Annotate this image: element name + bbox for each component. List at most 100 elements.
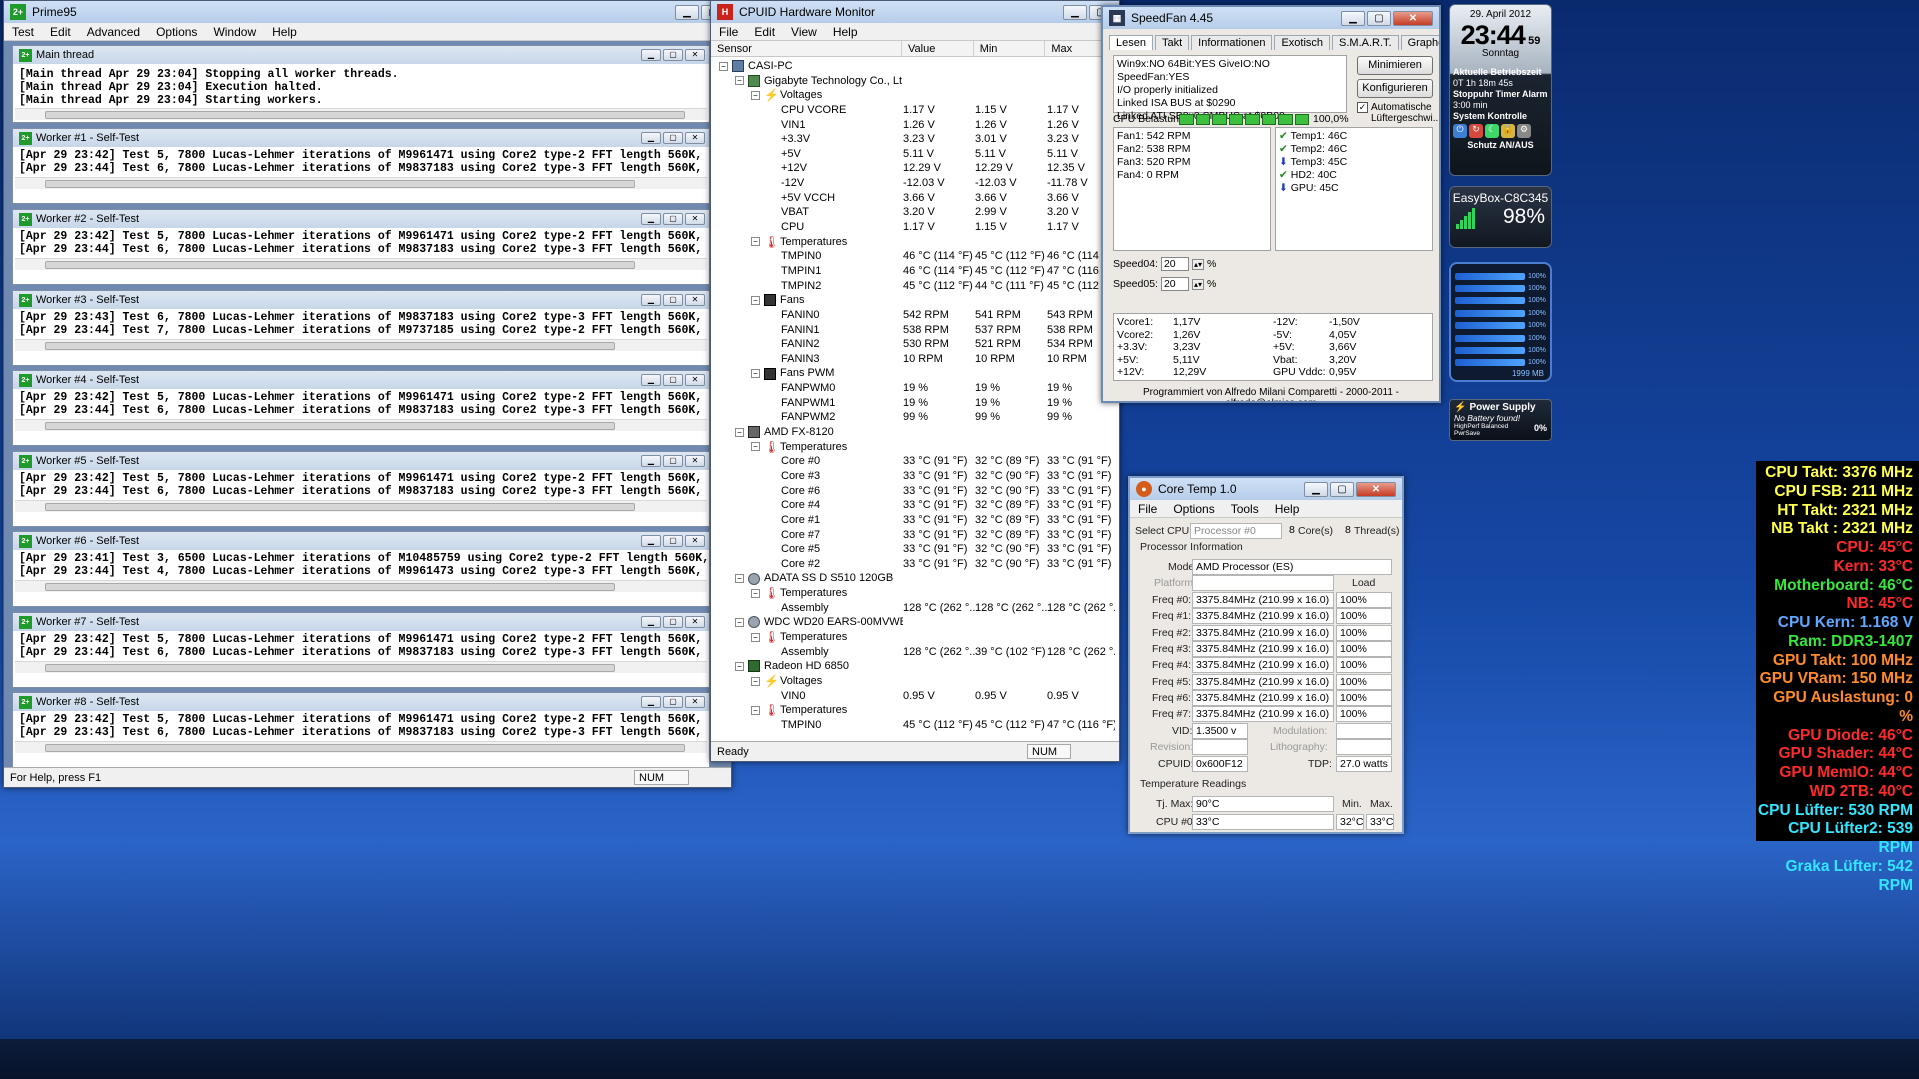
worker-titlebar[interactable]: 2+ Worker #8 - Self-Test ▁ ▢ ✕	[13, 693, 709, 711]
sensor-row[interactable]: TMPIN1 46 °C (114 °F) 45 °C (112 °F) 47 …	[711, 264, 1119, 279]
sensor-row[interactable]: VIN0 0.95 V 0.95 V 0.95 V	[711, 689, 1119, 704]
sensor-row[interactable]: +3.3V 3.23 V 3.01 V 3.23 V	[711, 132, 1119, 147]
close-button[interactable]: ✕	[685, 294, 705, 306]
power-gadget[interactable]: ⚡ Power Supply No Battery found! HighPer…	[1449, 399, 1552, 441]
spinner-icon[interactable]: ▴▾	[1191, 278, 1204, 290]
collapse-toggle-icon[interactable]: −	[751, 295, 760, 305]
tab-takt[interactable]: Takt	[1154, 35, 1190, 50]
close-button[interactable]: ✕	[685, 132, 705, 144]
sensor-row[interactable]: − 🌡Temperatures	[711, 235, 1119, 250]
minimize-button[interactable]: ▁	[675, 4, 699, 20]
worker-titlebar[interactable]: 2+ Worker #1 - Self-Test ▁ ▢ ✕	[13, 129, 709, 147]
hwmonitor-titlebar[interactable]: H CPUID Hardware Monitor ▁ ▢	[711, 1, 1119, 23]
worker-titlebar[interactable]: 2+ Main thread ▁ ▢ ✕	[13, 46, 709, 64]
close-button[interactable]: ✕	[685, 455, 705, 467]
sensor-row[interactable]: FANPWM1 19 % 19 % 19 %	[711, 396, 1119, 411]
horizontal-scrollbar[interactable]	[15, 500, 707, 512]
minimize-button[interactable]: ▁	[641, 616, 661, 628]
horizontal-scrollbar[interactable]	[15, 661, 707, 673]
prime95-worker-window[interactable]: 2+ Worker #4 - Self-Test ▁ ▢ ✕ [Apr 29 2…	[12, 370, 710, 446]
close-button[interactable]: ✕	[685, 374, 705, 386]
horizontal-scrollbar[interactable]	[15, 258, 707, 270]
menu-edit[interactable]: Edit	[746, 25, 783, 39]
collapse-toggle-icon[interactable]: −	[735, 76, 744, 86]
sensor-row[interactable]: − Radeon HD 6850	[711, 659, 1119, 674]
collapse-toggle-icon[interactable]: −	[751, 705, 760, 715]
sensor-row[interactable]: TMPIN0 45 °C (112 °F) 45 °C (112 °F) 47 …	[711, 718, 1119, 733]
sensor-row[interactable]: FANPWM0 19 % 19 % 19 %	[711, 381, 1119, 396]
sensor-row[interactable]: VIN1 1.26 V 1.26 V 1.26 V	[711, 118, 1119, 133]
collapse-toggle-icon[interactable]: −	[751, 90, 760, 100]
settings-icon[interactable]: ⚙	[1517, 124, 1531, 138]
collapse-toggle-icon[interactable]: −	[719, 61, 728, 71]
collapse-toggle-icon[interactable]: −	[751, 369, 760, 379]
spinner-icon[interactable]: ▴▾	[1191, 258, 1204, 270]
sensor-row[interactable]: − Fans	[711, 293, 1119, 308]
worker-log[interactable]: [Apr 29 23:42] Test 5, 7800 Lucas-Lehmer…	[13, 228, 709, 258]
prime95-worker-window[interactable]: 2+ Main thread ▁ ▢ ✕ [Main thread Apr 29…	[12, 45, 710, 123]
menu-window[interactable]: Window	[205, 25, 264, 39]
scrollbar-thumb[interactable]	[45, 261, 635, 269]
sleep-icon[interactable]: ☾	[1485, 124, 1499, 138]
close-button[interactable]: ✕	[1393, 10, 1433, 26]
close-button[interactable]: ✕	[685, 49, 705, 61]
speed04-input[interactable]: 20	[1160, 257, 1189, 271]
scrollbar-thumb[interactable]	[45, 503, 635, 511]
sensor-row[interactable]: VBAT 3.20 V 2.99 V 3.20 V	[711, 205, 1119, 220]
wifi-gadget[interactable]: EasyBox-C8C345 98%	[1449, 186, 1552, 248]
menu-test[interactable]: Test	[4, 25, 42, 39]
prime95-window[interactable]: 2+ Prime95 ▁ ▢ Test Edit Advanced Option…	[3, 0, 732, 788]
horizontal-scrollbar[interactable]	[15, 177, 707, 189]
prime95-worker-window[interactable]: 2+ Worker #6 - Self-Test ▁ ▢ ✕ [Apr 29 2…	[12, 531, 710, 607]
menu-file[interactable]: File	[1130, 502, 1165, 516]
scrollbar-thumb[interactable]	[45, 111, 685, 119]
sensor-row[interactable]: Assembly 128 °C (262 °... 39 °C (102 °F)…	[711, 645, 1119, 660]
auto-fan-checkbox[interactable]: ✓ Automatische Lüftergeschwi...	[1357, 102, 1439, 124]
maximize-button[interactable]: ▢	[663, 132, 683, 144]
collapse-toggle-icon[interactable]: −	[735, 617, 744, 627]
maximize-button[interactable]: ▢	[663, 696, 683, 708]
scrollbar-thumb[interactable]	[45, 180, 635, 188]
speedfan-window[interactable]: ▦ SpeedFan 4.45 ▁ ▢ ✕ Lesen Takt Informa…	[1101, 5, 1441, 403]
worker-log[interactable]: [Apr 29 23:42] Test 5, 7800 Lucas-Lehmer…	[13, 470, 709, 500]
prime95-worker-window[interactable]: 2+ Worker #7 - Self-Test ▁ ▢ ✕ [Apr 29 2…	[12, 612, 710, 688]
column-value[interactable]: Value	[902, 41, 974, 56]
sensor-row[interactable]: +12V 12.29 V 12.29 V 12.35 V	[711, 161, 1119, 176]
sensor-row[interactable]: Core #0 33 °C (91 °F) 32 °C (89 °F) 33 °…	[711, 454, 1119, 469]
tab-graphen[interactable]: Graphen	[1400, 35, 1439, 50]
tab-informationen[interactable]: Informationen	[1191, 35, 1273, 50]
sensor-row[interactable]: Core #6 33 °C (91 °F) 32 °C (90 °F) 33 °…	[711, 484, 1119, 499]
worker-log[interactable]: [Apr 29 23:43] Test 6, 7800 Lucas-Lehmer…	[13, 309, 709, 339]
sensor-row[interactable]: FANPWM2 99 % 99 % 99 %	[711, 410, 1119, 425]
close-button[interactable]: ✕	[685, 213, 705, 225]
close-button[interactable]: ✕	[685, 616, 705, 628]
minimize-button[interactable]: ▁	[641, 455, 661, 467]
sensor-row[interactable]: − 🌡Temperatures	[711, 630, 1119, 645]
maximize-button[interactable]: ▢	[663, 213, 683, 225]
sensor-row[interactable]: Core #1 33 °C (91 °F) 32 °C (89 °F) 33 °…	[711, 513, 1119, 528]
scrollbar-thumb[interactable]	[45, 342, 615, 350]
sensor-row[interactable]: − 🌡Temperatures	[711, 440, 1119, 455]
menu-tools[interactable]: Tools	[1223, 502, 1267, 516]
sensor-row[interactable]: CPU VCORE 1.17 V 1.15 V 1.17 V	[711, 103, 1119, 118]
collapse-toggle-icon[interactable]: −	[751, 442, 760, 452]
collapse-toggle-icon[interactable]: −	[751, 632, 760, 642]
menu-advanced[interactable]: Advanced	[79, 25, 148, 39]
collapse-toggle-icon[interactable]: −	[735, 574, 744, 584]
collapse-toggle-icon[interactable]: −	[751, 676, 760, 686]
maximize-button[interactable]: ▢	[663, 49, 683, 61]
maximize-button[interactable]: ▢	[663, 455, 683, 467]
close-button[interactable]: ✕	[685, 535, 705, 547]
lock-icon[interactable]: 🔒	[1501, 124, 1515, 138]
speedfan-log[interactable]: Win9x:NO 64Bit:YES GiveIO:NO SpeedFan:YE…	[1113, 55, 1347, 122]
worker-titlebar[interactable]: 2+ Worker #6 - Self-Test ▁ ▢ ✕	[13, 532, 709, 550]
menu-help[interactable]: Help	[1267, 502, 1308, 516]
sensor-row[interactable]: − 🌡Temperatures	[711, 586, 1119, 601]
menu-view[interactable]: View	[783, 25, 825, 39]
sensor-row[interactable]: TMPIN2 45 °C (112 °F) 44 °C (111 °F) 45 …	[711, 279, 1119, 294]
sensor-row[interactable]: − ⚡Voltages	[711, 88, 1119, 103]
scrollbar-thumb[interactable]	[45, 664, 615, 672]
minimize-button[interactable]: ▁	[641, 696, 661, 708]
menu-edit[interactable]: Edit	[42, 25, 79, 39]
worker-log[interactable]: [Apr 29 23:42] Test 5, 7800 Lucas-Lehmer…	[13, 147, 709, 177]
